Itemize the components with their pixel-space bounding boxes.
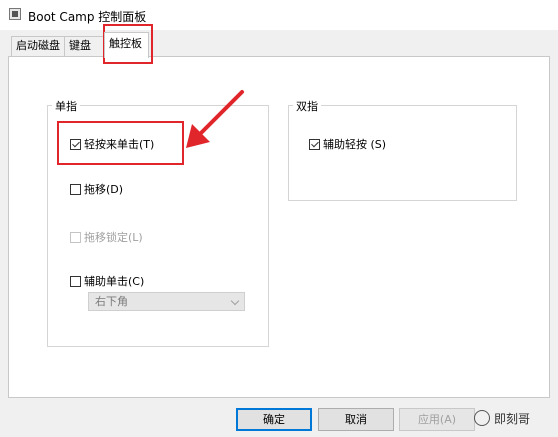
tab-keyboard[interactable]: 键盘 [64,36,104,56]
select-value: 右下角 [95,295,128,308]
tab-label: 键盘 [69,39,91,52]
window-title: Boot Camp 控制面板 [28,10,147,24]
option-highlight-box [57,121,184,165]
checkbox-label: 辅助单击(C) [84,275,145,288]
title-bar: Boot Camp 控制面板 [0,0,558,30]
checkbox-label: 拖移(D) [84,183,124,196]
app-icon [9,8,21,20]
tab-label: 触控板 [109,37,142,50]
cancel-button[interactable]: 取消 [318,408,394,431]
drag-checkbox[interactable]: 拖移(D) [70,181,123,197]
checkbox-label: 辅助轻按 (S) [323,138,387,151]
secondary-click-corner-select: 右下角 [88,292,245,311]
watermark-text: 即刻哥 [494,411,531,426]
checkbox-label: 拖移锁定(L) [84,231,143,244]
watermark: 即刻哥 [474,401,558,435]
red-arrow-icon [186,90,244,148]
apply-button: 应用(A) [399,408,475,431]
chat-bubble-icon [474,410,490,426]
two-finger-group: 双指 [288,98,517,201]
tab-label: 启动磁盘 [16,39,60,52]
secondary-tap-checkbox[interactable]: 辅助轻按 (S) [309,136,386,152]
tab-startup-disk[interactable]: 启动磁盘 [11,36,65,56]
checkbox-box[interactable] [70,183,81,195]
group-title: 双指 [293,98,321,114]
secondary-click-checkbox[interactable]: 辅助单击(C) [70,273,144,289]
checkbox-box[interactable] [309,138,320,150]
tab-trackpad[interactable]: 触控板 [104,32,149,58]
chevron-down-icon [230,296,240,306]
checkbox-box [70,231,81,243]
checkbox-box[interactable] [70,275,81,287]
drag-lock-checkbox: 拖移锁定(L) [70,229,143,245]
group-title: 单指 [52,98,80,114]
ok-button[interactable]: 确定 [236,408,312,431]
